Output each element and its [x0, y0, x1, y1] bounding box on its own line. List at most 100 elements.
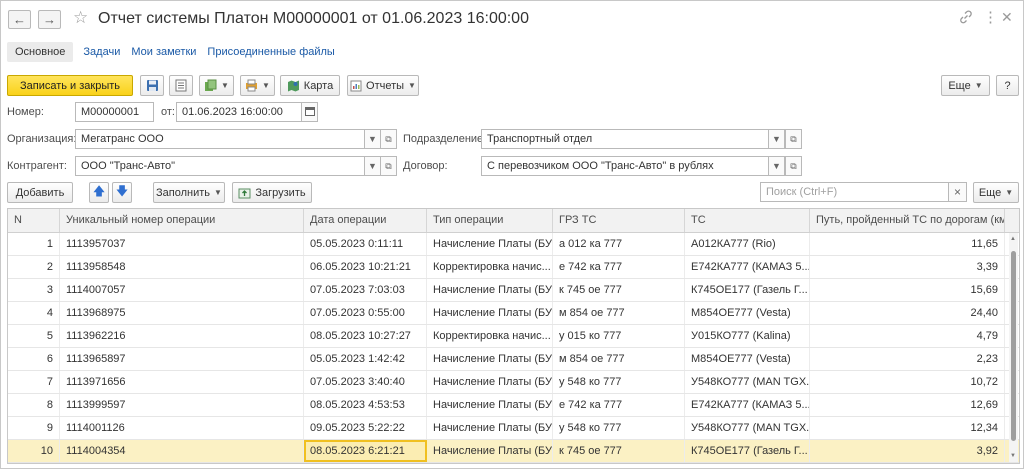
scroll-down-icon[interactable]: ▼ — [1010, 453, 1016, 459]
division-open-button[interactable]: ⧉ — [785, 129, 802, 149]
contractor-open-button[interactable]: ⧉ — [380, 156, 397, 176]
fill-button[interactable]: Заполнить ▼ — [153, 182, 225, 203]
forward-button[interactable]: → — [38, 10, 61, 29]
map-icon — [287, 79, 300, 92]
vehicle: А012КА777 (Rio) — [685, 233, 810, 255]
clear-search-button[interactable]: × — [948, 182, 967, 202]
vehicle: К745ОЕ177 (Газель Г... — [685, 279, 810, 301]
operation-id: 1113958548 — [60, 256, 304, 278]
distance-km: 12,34 — [810, 417, 1005, 439]
arrow-left-icon: ← — [13, 12, 26, 27]
operation-id: 1114007057 — [60, 279, 304, 301]
tab-tasks[interactable]: Задачи — [83, 46, 120, 58]
organization-dropdown-button[interactable]: ▼ — [364, 129, 381, 149]
open-link-icon: ⧉ — [385, 160, 392, 171]
organization-field[interactable]: Мегатранс ООО — [75, 129, 365, 149]
close-icon[interactable]: ✕ — [1001, 9, 1013, 26]
save-and-close-label: Записать и закрыть — [19, 79, 121, 92]
table-row-selected[interactable]: 10 1114004354 08.05.2023 6:21:21 Начисле… — [8, 440, 1019, 463]
calendar-button[interactable] — [301, 102, 318, 122]
table-row[interactable]: 7 1113971656 07.05.2023 3:40:40 Начислен… — [8, 371, 1019, 394]
tab-attached-files[interactable]: Присоединенные файлы — [207, 46, 334, 58]
table-row[interactable]: 2 1113958548 06.05.2023 10:21:21 Коррект… — [8, 256, 1019, 279]
scroll-up-icon[interactable]: ▲ — [1010, 236, 1016, 242]
distance-km: 15,69 — [810, 279, 1005, 301]
column-header-n[interactable]: N — [8, 209, 60, 232]
move-up-button[interactable]: 🡅 — [89, 182, 109, 203]
print-button[interactable]: ▼ — [240, 75, 275, 96]
table-row[interactable]: 9 1114001126 09.05.2023 5:22:22 Начислен… — [8, 417, 1019, 440]
tab-my-notes[interactable]: Мои заметки — [131, 46, 196, 58]
save-button[interactable] — [140, 75, 164, 96]
column-header-operation-type[interactable]: Тип операции — [427, 209, 553, 232]
date-field[interactable]: 01.06.2023 16:00:00 — [176, 102, 302, 122]
scrollbar-thumb[interactable] — [1011, 251, 1016, 441]
operation-id: 1114004354 — [60, 440, 304, 462]
arrow-up-icon: 🡅 — [92, 184, 106, 198]
column-header-vehicle[interactable]: ТС — [685, 209, 810, 232]
operation-type: Начисление Платы (БУ) — [427, 371, 553, 393]
arrow-down-icon: 🡇 — [115, 184, 129, 198]
favorite-star-icon[interactable]: ☆ — [73, 8, 88, 28]
contractor-field[interactable]: ООО "Транс-Авто" — [75, 156, 365, 176]
search-input[interactable]: Поиск (Ctrl+F) — [760, 182, 950, 202]
operation-date: 08.05.2023 4:53:53 — [304, 394, 427, 416]
division-dropdown-button[interactable]: ▼ — [768, 129, 785, 149]
contract-field[interactable]: С перевозчиком ООО "Транс-Авто" в рублях — [481, 156, 769, 176]
more-actions-button[interactable]: Еще ▼ — [941, 75, 990, 96]
chevron-down-icon: ▼ — [221, 81, 229, 90]
table-row[interactable]: 1 1113957037 05.05.2023 0:11:11 Начислен… — [8, 233, 1019, 256]
link-icon[interactable] — [959, 10, 973, 27]
load-button[interactable]: Загрузить — [232, 182, 312, 203]
tab-main[interactable]: Основное — [7, 42, 74, 62]
operation-type: Начисление Платы (БУ) — [427, 348, 553, 370]
floppy-disk-icon — [146, 79, 159, 92]
column-header-operation-date[interactable]: Дата операции — [304, 209, 427, 232]
add-row-button[interactable]: Добавить — [7, 182, 73, 203]
contractor-dropdown-button[interactable]: ▼ — [364, 156, 381, 176]
post-document-button[interactable] — [169, 75, 193, 96]
help-button[interactable]: ? — [996, 75, 1019, 96]
contract-dropdown-button[interactable]: ▼ — [768, 156, 785, 176]
distance-km: 11,65 — [810, 233, 1005, 255]
table-more-button[interactable]: Еще ▼ — [973, 182, 1019, 203]
operation-type: Начисление Платы (БУ) — [427, 394, 553, 416]
operation-id: 1113957037 — [60, 233, 304, 255]
row-number: 7 — [8, 371, 60, 393]
division-field[interactable]: Транспортный отдел — [481, 129, 769, 149]
organization-open-button[interactable]: ⧉ — [380, 129, 397, 149]
table-row[interactable]: 3 1114007057 07.05.2023 7:03:03 Начислен… — [8, 279, 1019, 302]
reports-button[interactable]: Отчеты ▼ — [347, 75, 419, 96]
chevron-down-icon: ▼ — [772, 161, 781, 171]
contract-open-button[interactable]: ⧉ — [785, 156, 802, 176]
operation-id: 1113965897 — [60, 348, 304, 370]
more-vertical-icon[interactable]: ⋮ — [983, 8, 998, 26]
number-field[interactable]: М00000001 — [75, 102, 154, 122]
column-header-operation-id[interactable]: Уникальный номер операции — [60, 209, 304, 232]
move-down-button[interactable]: 🡇 — [112, 182, 132, 203]
back-button[interactable]: ← — [8, 10, 31, 29]
open-link-icon: ⧉ — [790, 160, 797, 171]
vehicle: К745ОЕ177 (Газель Г... — [685, 440, 810, 462]
row-number: 10 — [8, 440, 60, 462]
create-based-on-button[interactable]: ▼ — [199, 75, 234, 96]
chevron-down-icon: ▼ — [214, 188, 222, 197]
table-row[interactable]: 6 1113965897 05.05.2023 1:42:42 Начислен… — [8, 348, 1019, 371]
open-link-icon: ⧉ — [790, 133, 797, 144]
reports-label: Отчеты — [366, 79, 405, 92]
column-header-plate[interactable]: ГРЗ ТС — [553, 209, 685, 232]
row-number: 8 — [8, 394, 60, 416]
upload-icon — [238, 187, 251, 199]
window-title: Отчет системы Платон М00000001 от 01.06.… — [98, 10, 529, 27]
table-row[interactable]: 5 1113962216 08.05.2023 10:27:27 Коррект… — [8, 325, 1019, 348]
table-row[interactable]: 4 1113968975 07.05.2023 0:55:00 Начислен… — [8, 302, 1019, 325]
create-based-icon — [204, 79, 217, 92]
operation-date-focused-cell[interactable]: 08.05.2023 6:21:21 — [304, 440, 427, 462]
vehicle: У015КО777 (Kalina) — [685, 325, 810, 347]
table-row[interactable]: 8 1113999597 08.05.2023 4:53:53 Начислен… — [8, 394, 1019, 417]
vehicle: Е742КА777 (КАМАЗ 5... — [685, 394, 810, 416]
column-header-distance[interactable]: Путь, пройденный ТС по дорогам (км) — [810, 209, 1005, 232]
table-scrollbar[interactable]: ▲ ▼ — [1009, 233, 1018, 462]
map-button[interactable]: Карта — [280, 75, 340, 96]
save-and-close-button[interactable]: Записать и закрыть — [7, 75, 133, 96]
